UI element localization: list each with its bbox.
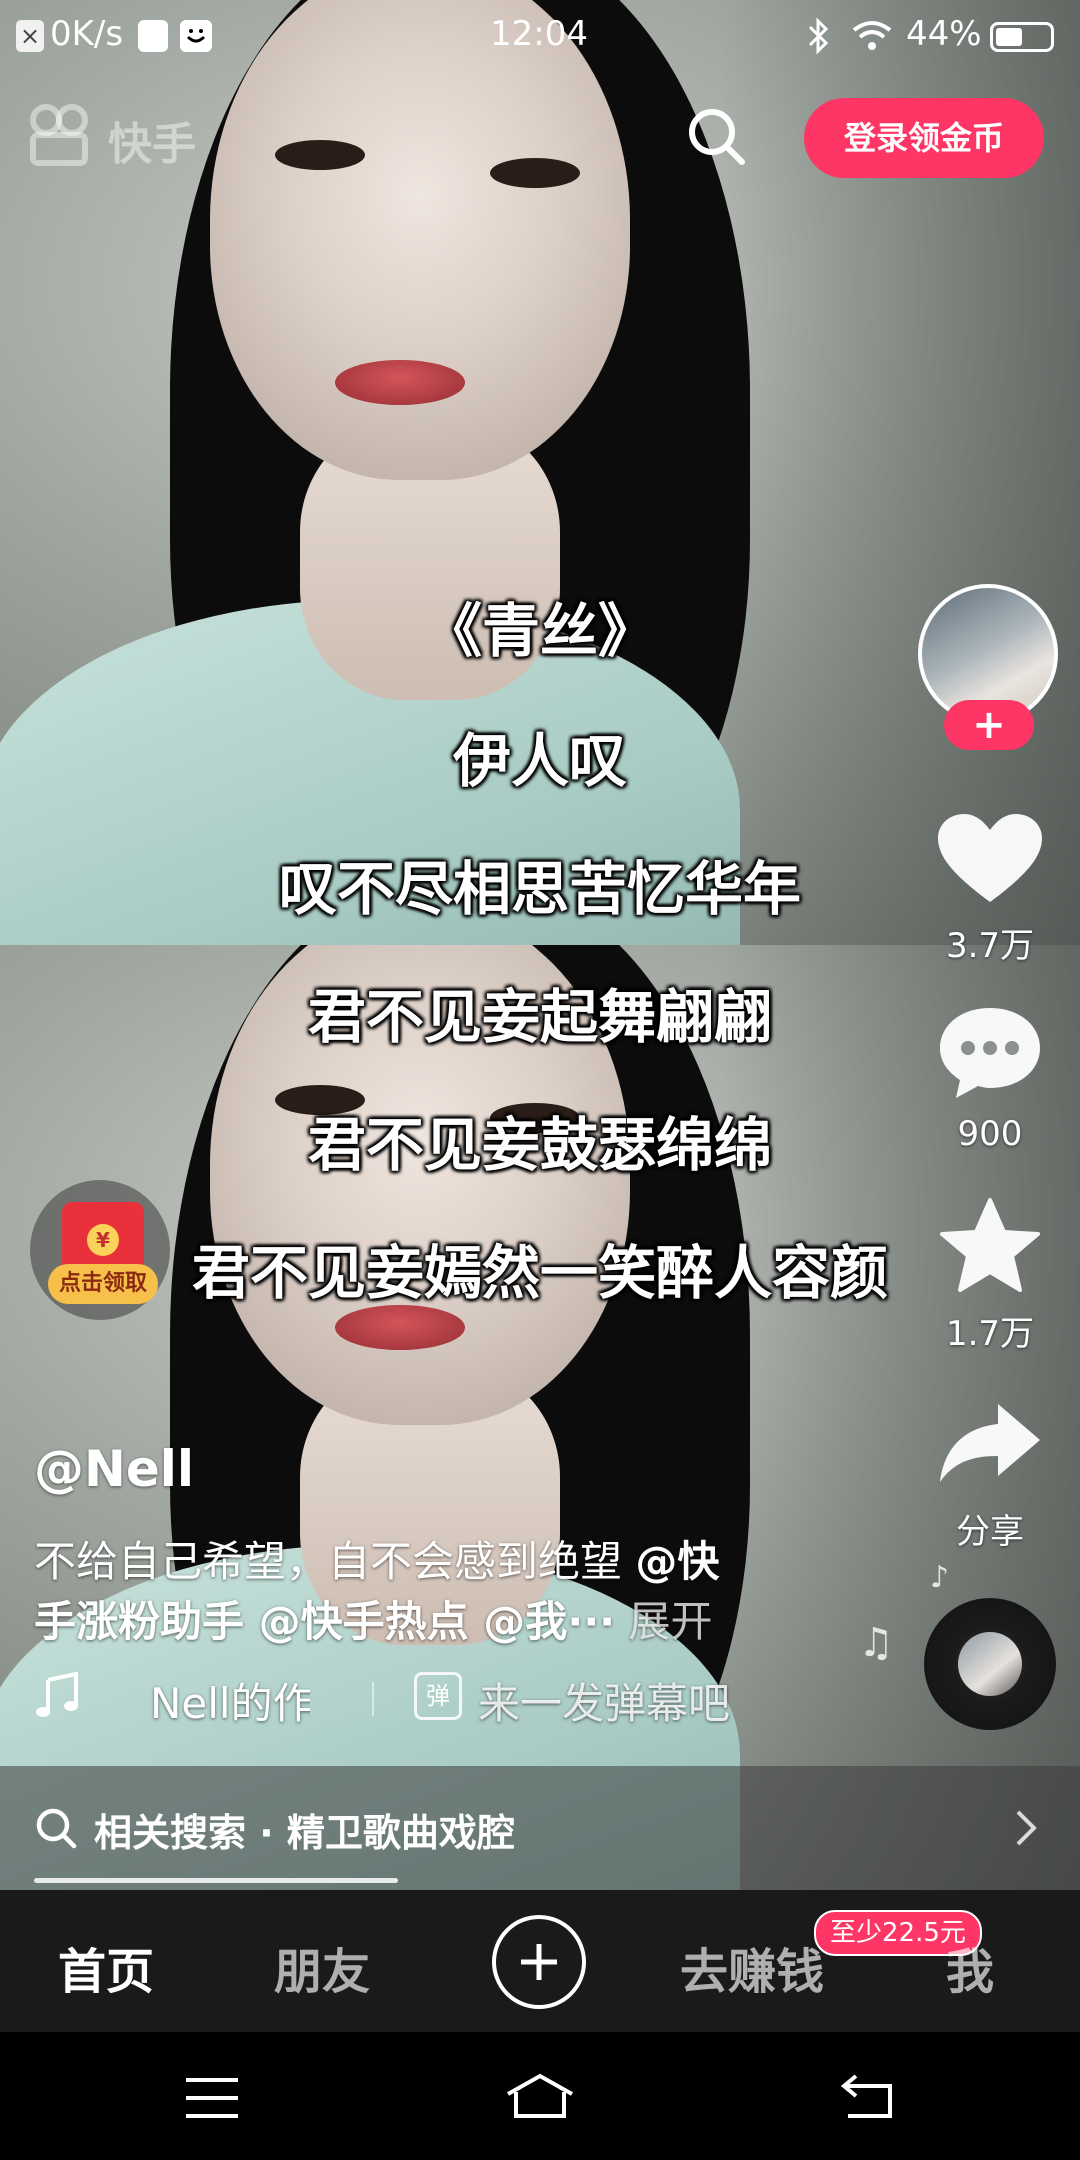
music-note-icon: ♪ (930, 1560, 950, 1595)
music-note-icon (34, 1671, 82, 1724)
music-disc-cover (958, 1632, 1022, 1696)
coin-icon: ¥ (87, 1224, 119, 1256)
tab-home[interactable]: 首页 (58, 1932, 154, 2002)
bluetooth-icon (806, 16, 832, 60)
kuaishou-logo-icon (30, 104, 92, 166)
video-progress-bar[interactable] (34, 1878, 398, 1883)
caption-line-1: 不给自己希望，自不会感到绝望 @快 (34, 1528, 719, 1589)
like-count: 3.7万 (945, 926, 1035, 966)
star-icon[interactable] (932, 1196, 1048, 1300)
face-app-icon (180, 20, 212, 52)
claim-label[interactable]: 点击领取 (48, 1264, 158, 1304)
author-username[interactable]: @Nell (34, 1440, 194, 1498)
clock: 12:04 (490, 14, 588, 54)
favorite-count: 1.7万 (945, 1314, 1035, 1354)
system-navigation-bar (0, 2032, 1080, 2160)
share-icon[interactable] (932, 1400, 1048, 1490)
battery-icon (990, 22, 1054, 52)
chevron-right-icon[interactable] (1010, 1806, 1040, 1850)
caption-text: 不给自己希望，自不会感到绝望 (34, 1537, 636, 1586)
login-earn-coins-button[interactable]: 登录领金币 (804, 98, 1044, 178)
follow-button[interactable]: + (944, 700, 1034, 750)
caption-line-2: 手涨粉助手 @快手热点 @我··· 展开 (34, 1588, 713, 1649)
lyric-line: 伊人叹 (452, 727, 627, 795)
comment-count: 900 (957, 1114, 1023, 1154)
divider (372, 1682, 374, 1716)
app-logo-text: 快手 (108, 119, 196, 170)
wifi-icon (852, 20, 892, 56)
mention-link[interactable]: @快 (635, 1537, 719, 1586)
tab-me[interactable]: 我 (946, 1932, 994, 2002)
notification-x-icon: × (16, 20, 44, 52)
app-icon (138, 20, 168, 52)
lyric-line: 君不见妾起舞翩翩 (307, 983, 772, 1051)
back-icon[interactable] (840, 2072, 896, 2126)
danmu-icon[interactable]: 弹 (414, 1672, 462, 1720)
home-icon[interactable] (504, 2072, 576, 2126)
music-note-icon: ♫ (858, 1620, 894, 1666)
search-icon (34, 1806, 78, 1850)
battery-percent: 44% (906, 14, 982, 54)
lyric-line: 叹不尽相思苦忆华年 (278, 855, 801, 923)
heart-icon[interactable] (932, 812, 1048, 912)
tab-earn-money[interactable]: 去赚钱 (680, 1932, 824, 2002)
mention-link[interactable]: 手涨粉助手 @快手热点 @我··· (34, 1597, 615, 1646)
create-post-button[interactable] (492, 1915, 586, 2009)
related-search-text[interactable]: 相关搜索 · 精卫歌曲戏腔 (94, 1802, 515, 1857)
menu-icon[interactable] (184, 2076, 240, 2124)
tab-friends[interactable]: 朋友 (274, 1932, 370, 2002)
status-bar: × 0K/s 12:04 44% (0, 0, 1080, 70)
expand-caption-button[interactable]: 展开 (628, 1597, 712, 1646)
comment-icon[interactable] (932, 1002, 1048, 1106)
video-frame-bottom (0, 945, 1080, 1890)
network-speed: 0K/s (50, 14, 124, 54)
share-label: 分享 (956, 1512, 1024, 1552)
danmu-input[interactable]: 来一发弹幕吧 (478, 1670, 730, 1731)
music-title[interactable]: Nell的作品 (150, 1670, 310, 1731)
search-icon[interactable] (684, 104, 748, 168)
